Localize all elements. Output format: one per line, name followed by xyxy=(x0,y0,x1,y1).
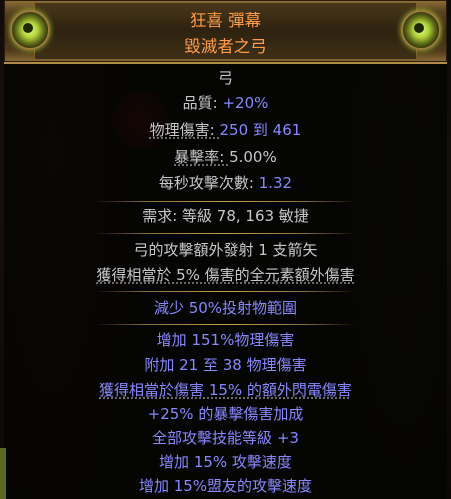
explicit-mod-3: 獲得相當於傷害 15% 的額外閃電傷害 xyxy=(4,380,447,400)
separator xyxy=(94,291,357,292)
explicit-mod-5: 全部攻擊技能等級 +3 xyxy=(152,429,299,447)
crit-chance-value: 5.00% xyxy=(229,148,277,166)
quality-value: +20% xyxy=(222,94,269,112)
explicit-mod-2: 附加 21 至 38 物理傷害 xyxy=(144,356,307,374)
quality-line: 品質: +20% xyxy=(4,93,447,113)
implicit-mod-2: 獲得相當於 5% 傷害的全元素額外傷害 xyxy=(4,265,447,285)
attacks-per-second-label: 每秒攻擊次數: xyxy=(158,174,259,192)
crit-chance-line: 暴擊率: 5.00% xyxy=(4,147,447,167)
separator xyxy=(94,233,357,234)
explicit-mod-6: 增加 15% 攻擊速度 xyxy=(159,453,292,471)
implicit-mod-1: 弓的攻擊額外發射 1 支箭矢 xyxy=(133,241,318,259)
attacks-per-second-line: 每秒攻擊次數: 1.32 xyxy=(4,173,447,193)
item-class: 弓 xyxy=(217,69,233,87)
physical-damage-value: 250 到 461 xyxy=(219,121,302,139)
separator xyxy=(94,201,357,202)
physical-damage-label: 物理傷害: xyxy=(149,121,220,139)
physical-damage-line: 物理傷害: 250 到 461 xyxy=(4,120,447,140)
tooltip-header: 狂喜 彈幕 毀滅者之弓 xyxy=(4,0,447,64)
explicit-mod-3-text: 獲得相當於傷害 15% 的額外閃電傷害 xyxy=(99,381,352,399)
attacks-per-second-value: 1.32 xyxy=(258,174,293,192)
explicit-mod-1: 增加 151%物理傷害 xyxy=(156,331,295,349)
item-tooltip: 狂喜 彈幕 毀滅者之弓 弓 品質: +20% 物理傷害: 250 到 461 暴… xyxy=(4,0,447,499)
requirements-line: 需求: 等級 78, 163 敏捷 xyxy=(142,207,309,225)
item-name: 狂喜 彈幕 xyxy=(189,11,262,30)
explicit-mod-4: +25% 的暴擊傷害加成 xyxy=(147,405,304,423)
implicit-mod-2-text: 獲得相當於 5% 傷害的全元素額外傷害 xyxy=(96,266,355,284)
explicit-mod-7: 增加 15%盟友的攻擊速度 xyxy=(138,477,313,495)
footer-strip xyxy=(0,448,6,499)
separator xyxy=(94,324,357,325)
crit-chance-label: 暴擊率: xyxy=(174,148,230,166)
quality-label: 品質: xyxy=(182,94,223,112)
item-base-type: 毀滅者之弓 xyxy=(184,37,267,56)
enchant-mod: 減少 50%投射物範圍 xyxy=(153,299,298,317)
